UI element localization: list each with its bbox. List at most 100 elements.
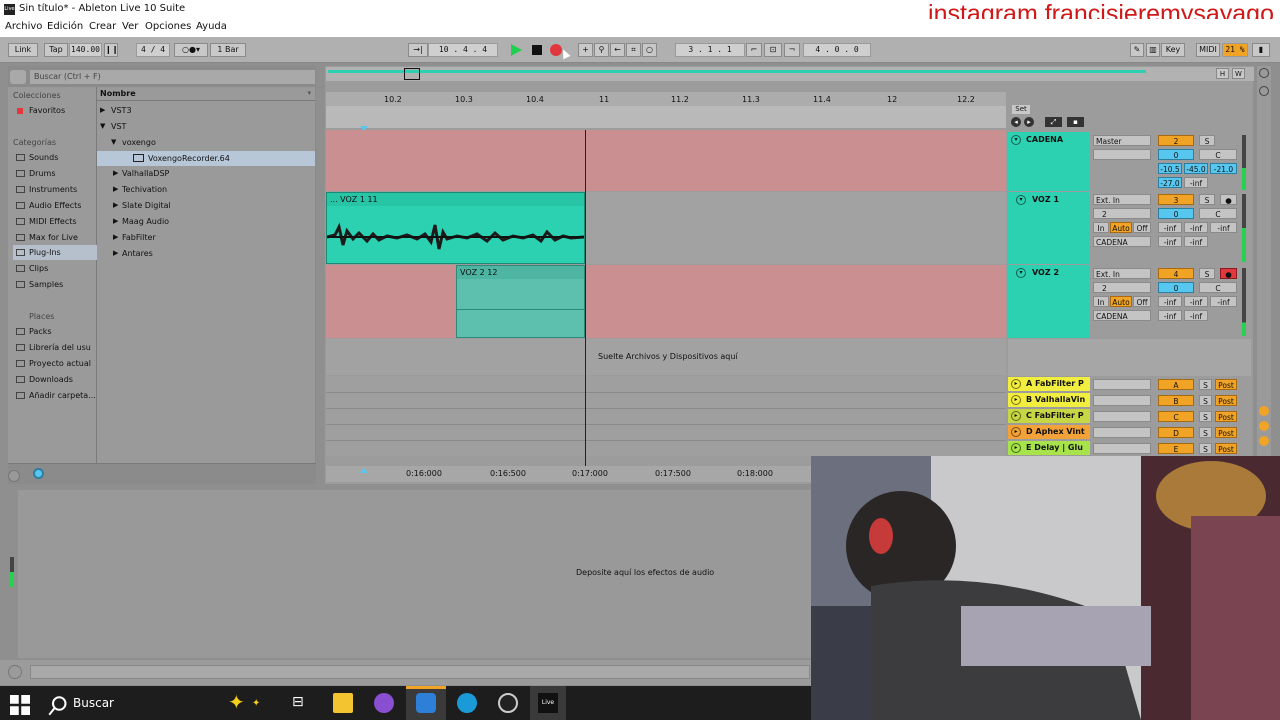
list-item-selected[interactable]: VoxengoRecorder.64 (97, 151, 315, 166)
task-view-icon[interactable]: ⊟ (292, 694, 304, 710)
expand-arrow-icon[interactable]: ▶ (113, 214, 118, 229)
time-ruler[interactable]: 0:16:000 0:16:500 0:17:000 0:17:500 0:18… (326, 466, 811, 482)
output-routing-voz1[interactable]: CADENA (1093, 236, 1151, 247)
category-instruments[interactable]: Instruments (13, 182, 99, 197)
group-fold-icon[interactable]: ▾ (1011, 135, 1021, 145)
menu-archivo[interactable]: Archivo (5, 21, 42, 32)
return-solo-d[interactable]: S (1199, 427, 1212, 438)
place-current-project[interactable]: Proyecto actual (13, 356, 99, 371)
collapse-arrow-icon[interactable]: ▼ (100, 119, 105, 134)
overview-w-button[interactable]: W (1232, 68, 1245, 79)
return-post-b[interactable]: Post (1215, 395, 1237, 406)
arm-button-voz2[interactable]: ● (1220, 268, 1237, 279)
punch-out-icon[interactable]: ¬ (784, 43, 800, 57)
preview-icon[interactable] (33, 468, 44, 479)
return-post-a[interactable]: Post (1215, 379, 1237, 390)
collapse-arrow-icon[interactable]: ▼ (111, 135, 116, 150)
lock-icon[interactable]: ▪ (1067, 117, 1084, 127)
detail-toggle-icon[interactable] (8, 470, 20, 482)
favorites-item[interactable]: Favoritos (13, 103, 99, 118)
input-type-voz2[interactable]: Ext. In (1093, 268, 1151, 279)
beat-time-ruler[interactable]: 10.2 10.3 10.4 11 11.2 11.3 11.4 12 12.2 (326, 92, 1006, 106)
browser-search-icon[interactable] (10, 70, 26, 84)
return-header-a[interactable]: ▸ A FabFilter P (1008, 377, 1090, 391)
category-midi-effects[interactable]: MIDI Effects (13, 214, 99, 229)
track-header-voz2[interactable]: ▾ VOZ 2 (1008, 265, 1090, 338)
list-item[interactable]: ▶ FabFilter (97, 230, 315, 245)
prev-locator-icon[interactable]: ◂ (1011, 117, 1021, 127)
keyboard-icon[interactable]: ▥ (1146, 43, 1160, 57)
monitor-in-voz1[interactable]: In (1093, 222, 1109, 233)
menu-edicion[interactable]: Edición (47, 21, 83, 32)
list-item[interactable]: ▼ voxengo (97, 135, 315, 150)
list-item[interactable]: ▼ VST (97, 119, 315, 134)
nudge-icon[interactable]: ❙❙ (104, 43, 118, 57)
arrangement-overview[interactable]: H W (326, 67, 1254, 81)
return-routing[interactable] (1093, 379, 1151, 390)
return-activator-b[interactable]: B (1158, 395, 1194, 406)
return-routing[interactable] (1093, 411, 1151, 422)
midi-map-button[interactable]: MIDI (1196, 43, 1220, 57)
windows-start-icon[interactable] (10, 695, 30, 715)
drop-area[interactable]: Suelte Archivos y Dispositivos aquí (326, 339, 1006, 375)
monitor-off-voz1[interactable]: Off (1133, 222, 1151, 233)
return-solo-e[interactable]: S (1199, 443, 1212, 454)
category-samples[interactable]: Samples (13, 277, 99, 292)
overview-h-button[interactable]: H (1216, 68, 1229, 79)
stop-icon[interactable] (532, 45, 542, 55)
input-type-voz1[interactable]: Ext. In (1093, 194, 1151, 205)
key-map-button[interactable]: Key (1161, 43, 1185, 57)
expand-icon[interactable]: ⤢ (1045, 117, 1062, 127)
return-activator-d[interactable]: D (1158, 427, 1194, 438)
expand-arrow-icon[interactable]: ▶ (113, 182, 118, 197)
monitor-in-voz2[interactable]: In (1093, 296, 1109, 307)
overdub-icon[interactable]: + (578, 43, 593, 57)
app-icon[interactable] (374, 693, 394, 713)
category-sounds[interactable]: Sounds (13, 150, 99, 165)
return-post-d[interactable]: Post (1215, 427, 1237, 438)
punch-in-icon[interactable]: ⌐ (746, 43, 762, 57)
solo-button-voz2[interactable]: S (1199, 268, 1215, 279)
returns-toggle-icon[interactable] (1259, 421, 1269, 431)
output-channel-cadena[interactable] (1093, 149, 1151, 160)
expand-arrow-icon[interactable]: ▶ (113, 246, 118, 261)
list-item[interactable]: ▶ Techivation (97, 182, 315, 197)
track-lane-voz2[interactable] (326, 265, 1006, 338)
loop-length-field[interactable]: 4 . 0 . 0 (803, 43, 871, 57)
input-channel-voz2[interactable]: 2 (1093, 282, 1151, 293)
next-locator-icon[interactable]: ▸ (1024, 117, 1034, 127)
return-header-d[interactable]: ▸ D Aphex Vint (1008, 425, 1090, 439)
menu-crear[interactable]: Crear (89, 21, 116, 32)
volume-voz1[interactable]: 0 (1158, 208, 1194, 219)
help-toggle-icon[interactable] (1259, 86, 1269, 96)
list-item[interactable]: ▶ Slate Digital (97, 198, 315, 213)
capture-icon[interactable]: ⌗ (626, 43, 641, 57)
return-post-e[interactable]: Post (1215, 443, 1237, 454)
sparkle-icon[interactable]: ✦ (228, 690, 245, 714)
clip-voz2[interactable]: VOZ 2 12 (456, 265, 585, 338)
expand-arrow-icon[interactable]: ▶ (100, 103, 105, 118)
monitor-auto-voz1[interactable]: Auto (1110, 222, 1132, 233)
list-item[interactable]: ▶ ValhallaDSP (97, 166, 315, 181)
place-user-library[interactable]: Librería del usu (13, 340, 99, 355)
arm-button-voz1[interactable]: ● (1220, 194, 1237, 205)
arrow-toggle-icon[interactable] (8, 665, 22, 679)
follow-icon[interactable]: →| (408, 43, 428, 57)
return-solo-b[interactable]: S (1199, 395, 1212, 406)
tempo-field[interactable]: 140.00 (69, 43, 102, 57)
quantize-dropdown[interactable]: 1 Bar (210, 43, 246, 57)
track-activator-voz1[interactable]: 3 (1158, 194, 1194, 205)
track-activator-voz2[interactable]: 4 (1158, 268, 1194, 279)
menu-opciones[interactable]: Opciones (145, 21, 191, 32)
metronome-icon[interactable]: ○●▾ (174, 43, 208, 57)
expand-arrow-icon[interactable]: ▶ (113, 198, 118, 213)
return-header-b[interactable]: ▸ B ValhallaVin (1008, 393, 1090, 407)
device-chain-area[interactable]: Deposite aquí los efectos de audio (18, 490, 811, 658)
song-position-field[interactable]: 10 . 4 . 4 (428, 43, 498, 57)
set-button[interactable]: Set (1012, 105, 1030, 114)
fold-icon[interactable]: ▸ (1011, 427, 1021, 437)
menu-ver[interactable]: Ver (122, 21, 138, 32)
browser-search-input[interactable]: Buscar (Ctrl + F) (30, 70, 315, 84)
return-activator-a[interactable]: A (1158, 379, 1194, 390)
edge-browser-icon[interactable] (457, 693, 477, 713)
